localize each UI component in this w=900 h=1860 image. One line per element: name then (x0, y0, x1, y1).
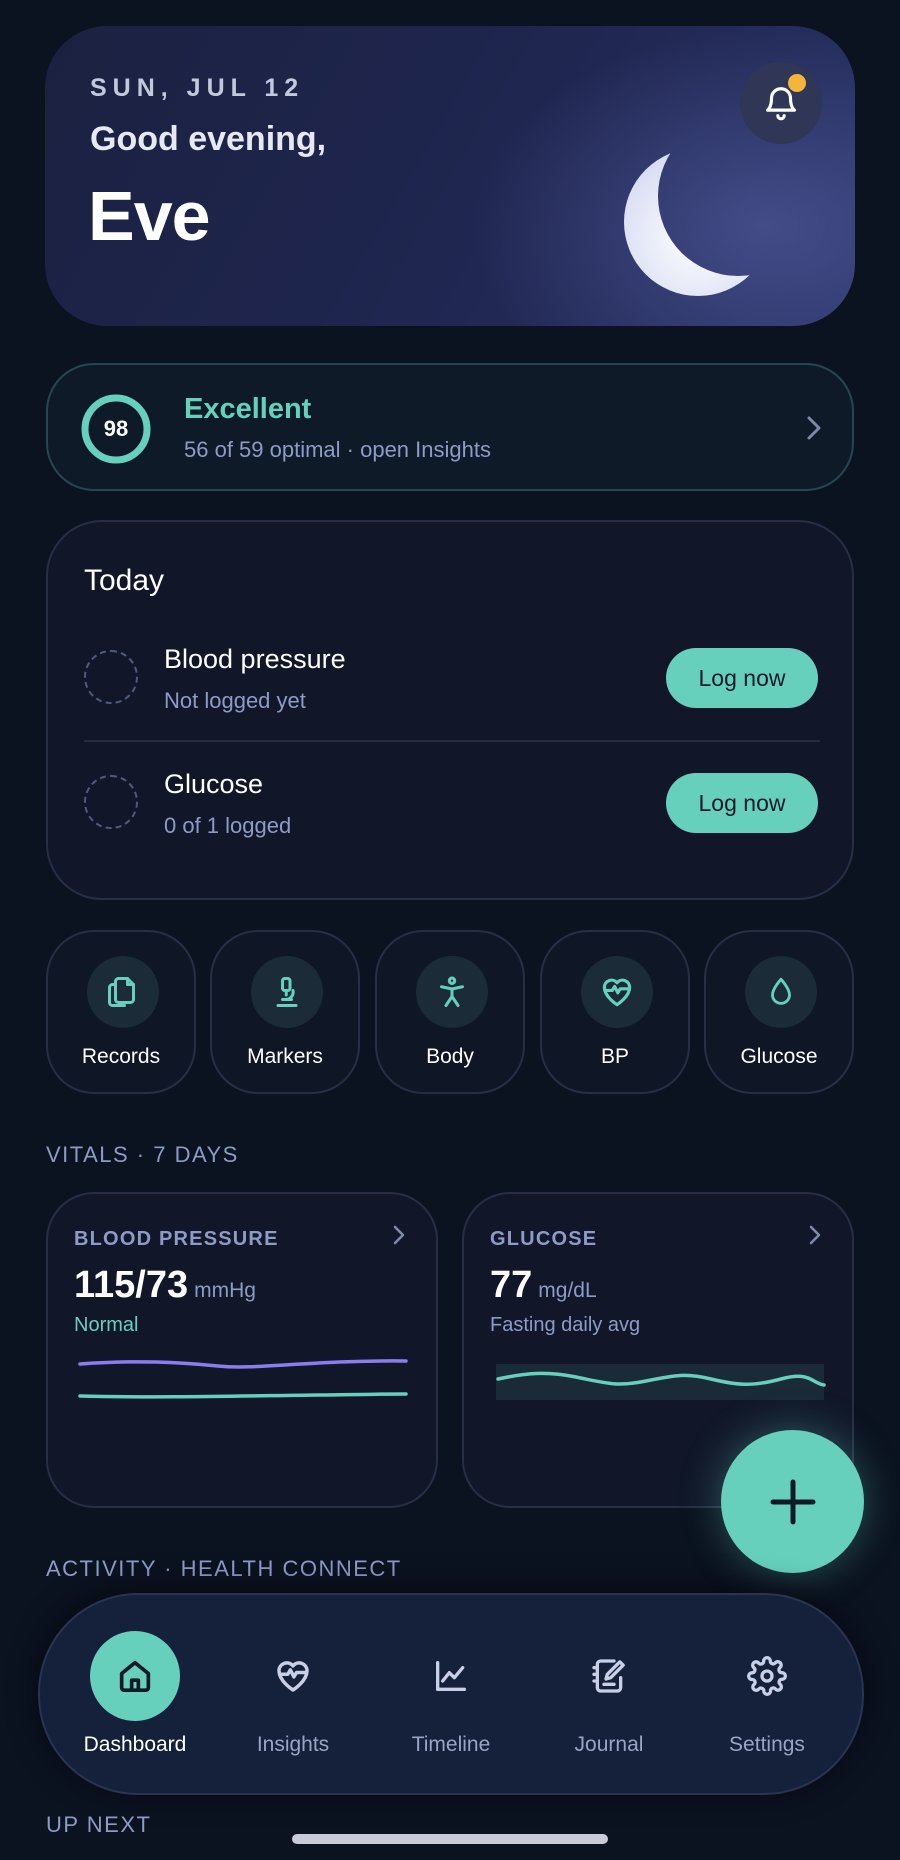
score-value: 98 (103, 416, 129, 441)
shortcut-label: Glucose (740, 1045, 818, 1068)
today-card: Today Blood pressure Not logged yet Log … (46, 520, 854, 900)
glucose-line (496, 1371, 826, 1387)
shortcut-markers[interactable]: Markers (210, 930, 360, 1094)
nav-journal[interactable]: Journal (534, 1595, 684, 1795)
microscope-icon (251, 956, 323, 1028)
vital-value-row: 77 mg/dL (490, 1264, 597, 1307)
blood-pressure-card[interactable]: BLOOD PRESSURE 115/73 mmHg Normal (46, 1192, 438, 1508)
task-subtitle: 0 of 1 logged (164, 813, 292, 838)
body-icon (416, 956, 488, 1028)
nav-label: Timeline (411, 1733, 491, 1756)
date-label: SUN, JUL 12 (90, 74, 305, 102)
notifications-button[interactable] (740, 62, 822, 144)
vital-label: GLUCOSE (490, 1228, 598, 1250)
user-name: Eve (88, 177, 211, 255)
today-title: Today (84, 564, 165, 597)
records-icon (87, 956, 159, 1028)
shortcut-label: Records (81, 1045, 161, 1068)
shortcut-body[interactable]: Body (375, 930, 525, 1094)
divider (84, 740, 820, 742)
glucose-unit: mg/dL (538, 1279, 597, 1302)
add-entry-button[interactable] (721, 1430, 864, 1573)
bp-unit: mmHg (194, 1279, 256, 1302)
nav-insights[interactable]: Insights (218, 1595, 368, 1795)
glucose-value: 77 (490, 1264, 533, 1306)
systolic-line (78, 1359, 408, 1369)
shortcut-label: Body (426, 1045, 474, 1068)
health-score-card[interactable]: 98 Excellent 56 of 59 optimal · open Ins… (46, 363, 854, 491)
glucose-note: Fasting daily avg (490, 1314, 641, 1336)
moon-icon (624, 148, 772, 296)
log-glucose-button[interactable]: Log now (666, 773, 818, 833)
greeting-header: SUN, JUL 12 Good evening, Eve (45, 26, 855, 326)
task-title: Blood pressure (164, 644, 346, 674)
bp-value: 115/73 (74, 1264, 189, 1306)
drop-icon (745, 956, 817, 1028)
chevron-right-icon (393, 1225, 405, 1245)
shortcut-label: Markers (247, 1045, 323, 1068)
bp-status: Normal (74, 1314, 139, 1336)
nav-label: Settings (729, 1733, 805, 1756)
task-subtitle: Not logged yet (164, 688, 306, 713)
shortcut-bp[interactable]: BP (540, 930, 690, 1094)
nav-timeline[interactable]: Timeline (376, 1595, 526, 1795)
nav-label: Journal (574, 1733, 644, 1756)
vital-value-row: 115/73 mmHg (74, 1264, 256, 1307)
task-title: Glucose (164, 769, 264, 799)
nav-label: Dashboard (83, 1733, 187, 1756)
chevron-right-icon (807, 416, 821, 440)
status-indicator (84, 650, 138, 704)
bottom-navigation: Dashboard Insights Timeline Journal Sett… (38, 1593, 864, 1795)
chevron-right-icon (809, 1225, 821, 1245)
notification-badge (788, 74, 806, 92)
home-indicator[interactable] (292, 1834, 608, 1844)
nav-settings[interactable]: Settings (692, 1595, 842, 1795)
activity-section-title: ACTIVITY · HEALTH CONNECT (46, 1556, 402, 1581)
score-subtitle: 56 of 59 optimal · open Insights (184, 437, 491, 462)
up-next-section-title: UP NEXT (46, 1812, 152, 1837)
shortcut-glucose[interactable]: Glucose (704, 930, 854, 1094)
home-icon (90, 1631, 180, 1721)
shortcut-records[interactable]: Records (46, 930, 196, 1094)
heart-pulse-icon (581, 956, 653, 1028)
shortcut-label: BP (600, 1045, 629, 1068)
greeting-text: Good evening, (90, 120, 327, 158)
vital-label: BLOOD PRESSURE (74, 1228, 279, 1250)
score-title: Excellent (184, 393, 312, 425)
diastolic-line (78, 1392, 408, 1399)
journal-icon (564, 1631, 654, 1721)
bp-sparkline (78, 1359, 408, 1399)
heart-pulse-icon (248, 1631, 338, 1721)
status-indicator (84, 775, 138, 829)
gear-icon (722, 1631, 812, 1721)
vitals-section-title: VITALS · 7 DAYS (46, 1142, 239, 1167)
glucose-sparkline (496, 1371, 826, 1387)
nav-label: Insights (256, 1733, 330, 1756)
plus-icon (770, 1479, 815, 1524)
log-blood-pressure-button[interactable]: Log now (666, 648, 818, 708)
chart-line-icon (406, 1631, 496, 1721)
nav-dashboard[interactable]: Dashboard (60, 1595, 210, 1795)
